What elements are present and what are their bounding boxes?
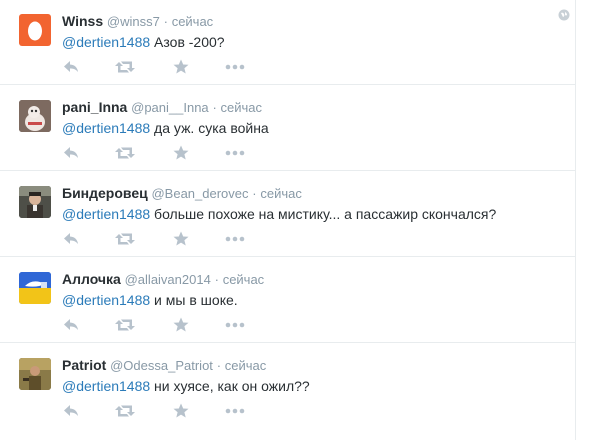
retweet-icon[interactable] [115, 58, 135, 76]
tweet-text: @dertien1488 да уж. сука война [62, 118, 269, 138]
avatar[interactable] [19, 14, 51, 46]
tweet-actions [62, 58, 262, 76]
user-handle[interactable]: @winss7 [107, 14, 160, 29]
mention-link[interactable]: @dertien1488 [62, 120, 150, 136]
favorite-icon[interactable] [172, 230, 192, 248]
scrollbar[interactable] [575, 0, 590, 440]
tweet-header: Winss @winss7 · сейчас [62, 12, 213, 30]
tweet[interactable]: pani_Inna @pani__Inna · сейчас @dertien1… [0, 86, 576, 171]
separator: · [252, 186, 257, 201]
reply-icon[interactable] [62, 316, 82, 334]
more-icon[interactable] [225, 230, 245, 248]
separator: · [163, 14, 168, 29]
tweet-text: @dertien1488 Азов -200? [62, 32, 225, 52]
retweet-icon[interactable] [115, 316, 135, 334]
avatar[interactable] [19, 272, 51, 304]
favorite-icon[interactable] [172, 402, 192, 420]
tweet-actions [62, 230, 262, 248]
tweet-header: pani_Inna @pani__Inna · сейчас [62, 98, 262, 116]
timestamp[interactable]: сейчас [260, 186, 302, 201]
reply-icon[interactable] [62, 58, 82, 76]
tweet-header: Биндеровец @Bean_derovec · сейчас [62, 184, 302, 202]
tweet-header: Аллочка @allaivan2014 · сейчас [62, 270, 264, 288]
tweet-text: @dertien1488 больше похоже на мистику...… [62, 204, 496, 224]
tweet[interactable]: Биндеровец @Bean_derovec · сейчас @derti… [0, 172, 576, 257]
timestamp[interactable]: сейчас [223, 272, 265, 287]
more-icon[interactable] [225, 58, 245, 76]
tweet-body: и мы в шоке. [150, 292, 238, 308]
tweet-body: да уж. сука война [150, 120, 269, 136]
user-name[interactable]: Биндеровец [62, 185, 148, 201]
tweet-text: @dertien1488 ни хуясе, как он ожил?? [62, 376, 310, 396]
mention-link[interactable]: @dertien1488 [62, 292, 150, 308]
avatar-photo [19, 358, 51, 390]
reply-icon[interactable] [62, 144, 82, 162]
tweet-text: @dertien1488 и мы в шоке. [62, 290, 238, 310]
tweet-actions [62, 316, 262, 334]
user-handle[interactable]: @allaivan2014 [125, 272, 211, 287]
avatar-photo [19, 100, 51, 132]
user-name[interactable]: Patriot [62, 357, 106, 373]
mention-link[interactable]: @dertien1488 [62, 378, 150, 394]
user-name[interactable]: Winss [62, 13, 103, 29]
more-icon[interactable] [225, 144, 245, 162]
globe-icon [558, 8, 570, 21]
retweet-icon[interactable] [115, 402, 135, 420]
reply-icon[interactable] [62, 230, 82, 248]
tweet-actions [62, 144, 262, 162]
timestamp[interactable]: сейчас [221, 100, 263, 115]
tweet-header: Patriot @Odessa_Patriot · сейчас [62, 356, 266, 374]
egg-icon [28, 21, 42, 41]
more-icon[interactable] [225, 402, 245, 420]
tweet[interactable]: Patriot @Odessa_Patriot · сейчас @dertie… [0, 344, 576, 429]
tweet[interactable]: Аллочка @allaivan2014 · сейчас @dertien1… [0, 258, 576, 343]
separator: · [214, 272, 219, 287]
mention-link[interactable]: @dertien1488 [62, 206, 150, 222]
user-name[interactable]: pani_Inna [62, 99, 127, 115]
user-name[interactable]: Аллочка [62, 271, 121, 287]
avatar[interactable] [19, 186, 51, 218]
favorite-icon[interactable] [172, 58, 192, 76]
tweet-actions [62, 402, 262, 420]
tweet-body: ни хуясе, как он ожил?? [150, 378, 310, 394]
avatar-photo [19, 186, 51, 218]
tweet[interactable]: Winss @winss7 · сейчас @dertien1488 Азов… [0, 0, 576, 85]
tweet-body: больше похоже на мистику... а пассажир с… [150, 206, 497, 222]
retweet-icon[interactable] [115, 144, 135, 162]
user-handle[interactable]: @pani__Inna [131, 100, 209, 115]
timestamp[interactable]: сейчас [172, 14, 214, 29]
avatar-photo [19, 272, 51, 304]
timestamp[interactable]: сейчас [225, 358, 267, 373]
user-handle[interactable]: @Bean_derovec [151, 186, 248, 201]
avatar[interactable] [19, 100, 51, 132]
favorite-icon[interactable] [172, 316, 192, 334]
favorite-icon[interactable] [172, 144, 192, 162]
reply-icon[interactable] [62, 402, 82, 420]
retweet-icon[interactable] [115, 230, 135, 248]
more-icon[interactable] [225, 316, 245, 334]
mention-link[interactable]: @dertien1488 [62, 34, 150, 50]
tweet-body: Азов -200? [150, 34, 225, 50]
separator: · [216, 358, 222, 373]
user-handle[interactable]: @Odessa_Patriot [110, 358, 213, 373]
avatar[interactable] [19, 358, 51, 390]
separator: · [212, 100, 217, 115]
